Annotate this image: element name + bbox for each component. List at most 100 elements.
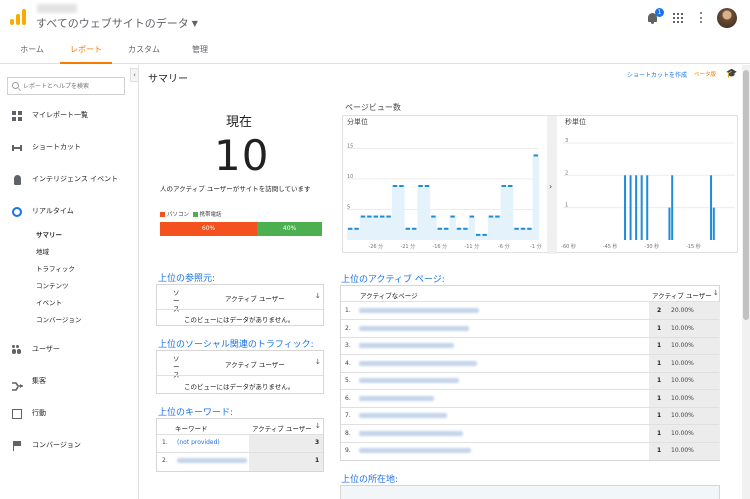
col-active-users[interactable]: アクティブ ユーザー	[225, 293, 285, 303]
page-percent: 20.00%	[671, 307, 694, 314]
analytics-logo-icon[interactable]	[10, 9, 26, 25]
search-input[interactable]	[23, 80, 123, 92]
sidebar-subitem-summary[interactable]: サマリー	[36, 229, 62, 239]
divider	[341, 441, 719, 443]
realtime-icon	[12, 207, 22, 217]
sort-arrow-icon[interactable]: ↓	[315, 422, 321, 430]
page-users: 1	[657, 359, 662, 367]
sidebar-item-conversions[interactable]: コンバージョン	[0, 435, 139, 457]
col-active-page[interactable]: アクティブなページ	[360, 290, 418, 300]
row-number: 4.	[345, 359, 351, 367]
row-number: 1.	[162, 439, 168, 446]
apps-grid-icon[interactable]	[673, 13, 683, 23]
row-number: 2.	[162, 457, 168, 464]
sidebar-subitem-events[interactable]: イベント	[36, 297, 62, 307]
sidebar-subitem-content[interactable]: コンテンツ	[36, 280, 69, 290]
second-bar	[646, 175, 649, 240]
scrollbar-thumb[interactable]	[743, 70, 749, 320]
notification-badge: 1	[655, 8, 664, 17]
property-selector[interactable]: すべてのウェブサイトのデータ ▼	[36, 15, 198, 31]
page-link[interactable]	[359, 430, 463, 436]
top-referrers-title[interactable]: 上位の参照元:	[158, 271, 216, 285]
referrers-table: ソース アクティブ ユーザー ↓ このビューにはデータがありません。	[156, 284, 324, 326]
sidebar-item-behavior[interactable]: 行動	[0, 403, 139, 425]
per-minute-label: 分単位	[347, 117, 368, 126]
lightbulb-icon	[14, 175, 21, 185]
sort-arrow-icon[interactable]: ↓	[315, 292, 321, 300]
sidebar-item-audience[interactable]: ユーザー	[0, 339, 139, 361]
minute-bar	[418, 185, 423, 187]
page-link[interactable]	[359, 413, 447, 418]
pageviews-title: ページビュー数	[345, 103, 401, 112]
minute-bar	[501, 185, 506, 187]
top-keywords-title[interactable]: 上位のキーワード:	[158, 405, 234, 419]
page-link[interactable]	[359, 448, 471, 453]
page-link[interactable]	[359, 395, 434, 401]
more-vert-icon[interactable]	[700, 12, 702, 23]
col-active-users[interactable]: アクティブ ユーザー	[252, 423, 312, 433]
col-active-users[interactable]: アクティブ ユーザー	[225, 359, 285, 369]
sidebar-item-acquisition[interactable]: 集客	[0, 371, 139, 393]
academy-cap-icon[interactable]: 🎓	[726, 69, 737, 79]
minute-bar	[431, 215, 436, 218]
sidebar-item-label: コンバージョン	[32, 441, 81, 449]
sidebar: マイレポート一覧 ショートカット インテリジェンス イベント リアルタイム サマ…	[0, 65, 139, 499]
sidebar-item-realtime[interactable]: リアルタイム	[0, 201, 139, 223]
page-link[interactable]	[359, 378, 459, 383]
minute-bar	[367, 215, 372, 218]
sidebar-item-intelligence[interactable]: インテリジェンス イベント	[0, 169, 139, 191]
report-search[interactable]	[7, 77, 125, 95]
keyword-link[interactable]: (not provided)	[177, 439, 220, 446]
sort-arrow-icon[interactable]: ↓	[315, 358, 321, 366]
divider	[341, 319, 719, 320]
sidebar-subitem-conversions[interactable]: コンバージョン	[36, 314, 81, 324]
avatar[interactable]	[717, 8, 737, 28]
page-link[interactable]	[359, 360, 477, 366]
page-link[interactable]	[359, 325, 469, 331]
sidebar-collapse-button[interactable]: ‹	[130, 68, 139, 82]
keyword-users: 1	[315, 457, 320, 464]
minute-bar	[412, 227, 417, 230]
x-tick-label: -6 分	[498, 243, 510, 250]
sidebar-subitem-traffic[interactable]: トラフィック	[36, 263, 75, 273]
col-keyword[interactable]: キーワード	[175, 423, 208, 433]
top-pages-table: アクティブなページ アクティブ ユーザー ↓ 1. 2 20.00% 2. 1 10.00…	[340, 285, 720, 461]
value-shade	[249, 435, 323, 471]
minute-bar	[527, 227, 532, 230]
col-active-users[interactable]: アクティブ ユーザー	[652, 290, 712, 300]
users-icon	[12, 345, 22, 355]
sidebar-item-dashboards[interactable]: マイレポート一覧	[0, 105, 139, 127]
x-tick-label: -11 分	[464, 243, 479, 250]
dashboard-grid-icon	[12, 111, 22, 121]
page-link[interactable]	[359, 308, 479, 313]
page-users: 1	[657, 394, 662, 402]
create-shortcut-link[interactable]: ショートカットを作成	[627, 70, 687, 79]
pageviews-chart: 分単位 15 10 5 -26 分 -21 分 -16 分 -11 分 -6 分 -1 分 › 秒単位…	[342, 115, 738, 254]
top-locations-title[interactable]: 上位の所在地:	[341, 472, 399, 486]
second-bar	[710, 175, 713, 240]
app-header: すべてのウェブサイトのデータ ▼ 1	[0, 0, 750, 37]
tab-reports[interactable]: レポート	[60, 37, 112, 64]
minute-bar	[386, 215, 391, 218]
now-label: 現在	[226, 115, 253, 130]
second-bar	[668, 207, 671, 240]
sidebar-subitem-locations[interactable]: 地域	[36, 246, 49, 256]
legend-mobile: 携帯電話	[199, 212, 222, 218]
sidebar-item-label: ユーザー	[32, 345, 60, 353]
notifications-bell-icon[interactable]: 1	[647, 8, 664, 24]
divider	[157, 309, 323, 310]
page-link[interactable]	[359, 343, 454, 348]
sidebar-item-shortcuts[interactable]: ショートカット	[0, 137, 139, 159]
keyword-link[interactable]	[177, 458, 247, 463]
sort-arrow-icon[interactable]: ↓	[713, 289, 719, 297]
top-social-title[interactable]: 上位のソーシャル関連のトラフィック:	[158, 337, 314, 351]
second-bar	[640, 175, 643, 240]
minute-bar	[488, 215, 494, 218]
pageviews-area	[347, 154, 539, 240]
tab-admin[interactable]: 管理	[178, 37, 222, 64]
sidebar-item-label: インテリジェンス イベント	[32, 175, 119, 183]
shortcut-icon	[12, 145, 22, 151]
tab-custom[interactable]: カスタム	[118, 37, 170, 64]
top-pages-title[interactable]: 上位のアクティブ ページ:	[341, 272, 445, 286]
tab-home[interactable]: ホーム	[10, 37, 54, 64]
